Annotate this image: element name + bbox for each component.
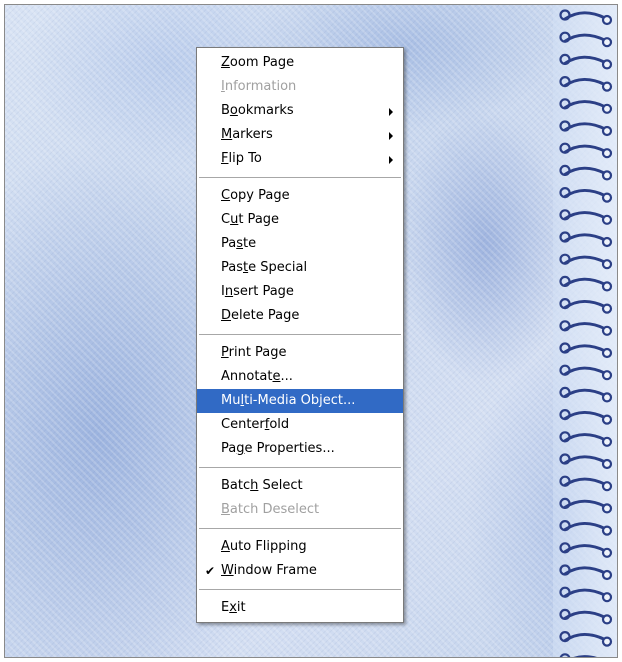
menu-item-information[interactable]: Information xyxy=(197,75,403,99)
menu-item-multi-media-object[interactable]: Multi-Media Object... xyxy=(197,389,403,413)
menu-separator xyxy=(199,589,401,590)
spiral-binding-ring-icon xyxy=(559,298,613,314)
spiral-binding-ring-icon xyxy=(559,98,613,114)
menu-item-label: Multi-Media Object... xyxy=(221,393,356,408)
spiral-binding-ring-icon xyxy=(559,53,613,70)
menu-item-label: Bookmarks xyxy=(221,103,294,118)
context-menu: Zoom Page Information Bookmarks Markers Flip… xyxy=(196,47,404,623)
menu-item-zoom-page[interactable]: Zoom Page xyxy=(197,51,403,75)
menu-item-label: Window Frame xyxy=(221,563,317,578)
menu-separator xyxy=(199,528,401,529)
spiral-binding-ring-icon xyxy=(559,475,613,492)
menu-item-label: Copy Page xyxy=(221,188,290,203)
submenu-arrow-icon xyxy=(389,156,393,164)
spiral-binding-ring-icon xyxy=(559,164,613,181)
menu-item-label: Annotate... xyxy=(221,369,293,384)
menu-item-markers[interactable]: Markers xyxy=(197,123,403,147)
spiral-binding-ring-icon xyxy=(559,364,613,381)
menu-item-paste-special[interactable]: Paste Special xyxy=(197,256,403,280)
menu-item-label: Insert Page xyxy=(221,284,294,299)
spiral-binding-ring-icon xyxy=(559,497,613,514)
spiral-binding-ring-icon xyxy=(559,275,613,292)
menu-item-label: Page Properties... xyxy=(221,441,335,456)
checkmark-icon: ✔ xyxy=(204,564,216,578)
spiral-binding-ring-icon xyxy=(559,519,613,536)
spiral-binding-ring-icon xyxy=(559,253,613,270)
spiral-binding-ring-icon xyxy=(559,320,613,336)
menu-item-label: Flip To xyxy=(221,151,262,166)
menu-item-window-frame[interactable]: ✔ Window Frame xyxy=(197,559,403,583)
spiral-binding-ring-icon xyxy=(559,187,613,203)
menu-item-label: Exit xyxy=(221,600,246,615)
menu-item-page-properties[interactable]: Page Properties... xyxy=(197,437,403,461)
menu-item-auto-flipping[interactable]: Auto Flipping xyxy=(197,535,403,559)
menu-item-cut-page[interactable]: Cut Page xyxy=(197,208,403,232)
menu-item-label: Batch Deselect xyxy=(221,502,320,517)
menu-item-batch-deselect[interactable]: Batch Deselect xyxy=(197,498,403,522)
menu-item-label: Cut Page xyxy=(221,212,280,227)
menu-item-delete-page[interactable]: Delete Page xyxy=(197,304,403,328)
menu-item-flip-to[interactable]: Flip To xyxy=(197,147,403,171)
spiral-binding-ring-icon xyxy=(559,386,613,403)
menu-item-centerfold[interactable]: Centerfold xyxy=(197,413,403,437)
menu-item-print-page[interactable]: Print Page xyxy=(197,341,403,365)
menu-item-bookmarks[interactable]: Bookmarks xyxy=(197,99,403,123)
spiral-binding xyxy=(557,5,615,657)
submenu-arrow-icon xyxy=(389,108,393,116)
menu-item-paste[interactable]: Paste xyxy=(197,232,403,256)
menu-item-label: Delete Page xyxy=(221,308,300,323)
flipbook-page[interactable]: Zoom Page Information Bookmarks Markers Flip… xyxy=(4,4,618,658)
spiral-binding-ring-icon xyxy=(559,542,613,558)
menu-item-label: Print Page xyxy=(221,345,287,360)
spiral-binding-ring-icon xyxy=(559,31,613,48)
submenu-arrow-icon xyxy=(389,132,393,140)
menu-separator xyxy=(199,334,401,335)
spiral-binding-ring-icon xyxy=(559,630,613,647)
spiral-binding-ring-icon xyxy=(559,9,613,26)
spiral-binding-ring-icon xyxy=(559,564,613,581)
spiral-binding-ring-icon xyxy=(559,409,613,425)
menu-item-label: Markers xyxy=(221,127,273,142)
menu-item-annotate[interactable]: Annotate... xyxy=(197,365,403,389)
menu-item-label: Batch Select xyxy=(221,478,303,493)
menu-item-label: Zoom Page xyxy=(221,55,295,70)
spiral-binding-ring-icon xyxy=(559,231,613,248)
menu-item-label: Centerfold xyxy=(221,417,290,432)
spiral-binding-ring-icon xyxy=(559,342,613,359)
menu-item-label: Paste Special xyxy=(221,260,308,275)
spiral-binding-ring-icon xyxy=(559,453,613,470)
menu-item-label: Information xyxy=(221,79,297,94)
menu-item-label: Auto Flipping xyxy=(221,539,307,554)
menu-item-exit[interactable]: Exit xyxy=(197,596,403,620)
menu-separator xyxy=(199,467,401,468)
spiral-binding-ring-icon xyxy=(559,608,613,625)
spiral-binding-graphic xyxy=(559,9,613,657)
spiral-binding-ring-icon xyxy=(559,142,613,159)
spiral-binding-ring-icon xyxy=(559,586,613,603)
spiral-binding-ring-icon xyxy=(559,75,613,92)
menu-item-label: Paste xyxy=(221,236,257,251)
spiral-binding-ring-icon xyxy=(559,120,613,137)
menu-item-batch-select[interactable]: Batch Select xyxy=(197,474,403,498)
menu-item-copy-page[interactable]: Copy Page xyxy=(197,184,403,208)
spiral-binding-ring-icon xyxy=(559,209,613,225)
menu-item-insert-page[interactable]: Insert Page xyxy=(197,280,403,304)
menu-separator xyxy=(199,177,401,178)
spiral-binding-ring-icon xyxy=(559,653,597,657)
spiral-binding-ring-icon xyxy=(559,431,613,447)
